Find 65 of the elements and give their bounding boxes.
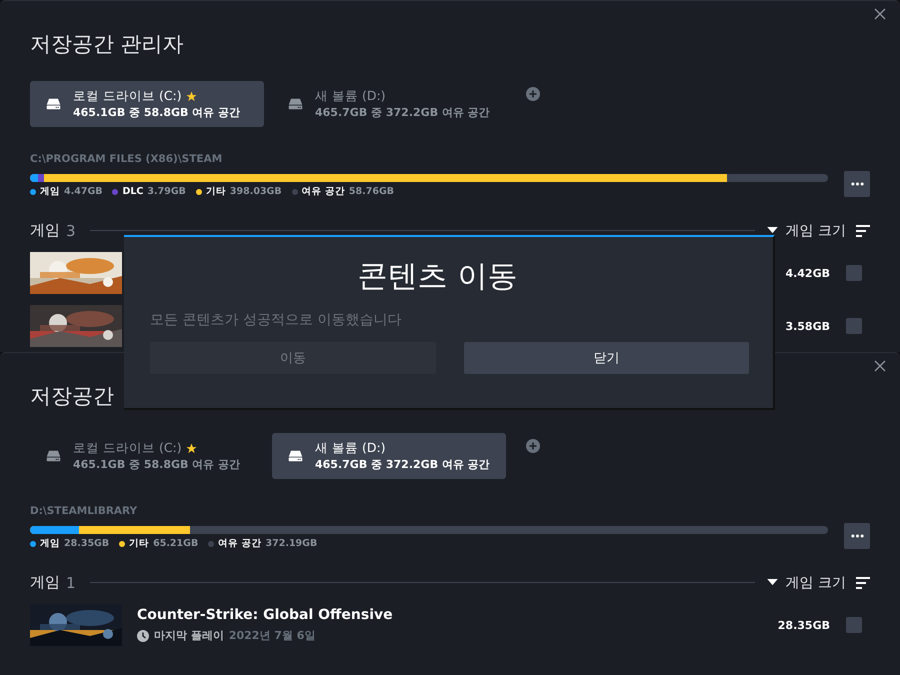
sort-label[interactable]: 게임 크기 [786,222,846,240]
drive-icon [288,450,303,462]
dialog-title: 콘텐츠 이동 [356,258,518,296]
legend-value: 3.79GB [147,185,186,199]
game-size: 3.58GB [785,320,830,332]
legend-label: DLC [122,185,144,199]
games-count: 3 [66,222,76,240]
drive-icon [46,98,61,110]
games-count: 1 [66,574,76,592]
folder-path: C:\PROGRAM FILES (X86)\STEAM [30,153,224,165]
legend-value: 372.19GB [266,537,318,551]
drive-name: 새 볼륨 (D:) [315,440,386,457]
checkbox[interactable] [846,318,862,334]
drive-tab[interactable]: 로컬 드라이브 (C:) 465.1GB 중 58.8GB 여유 공간 [30,81,264,127]
games-label: 게임 [30,573,60,592]
legend-value: 58.76GB [348,185,394,199]
drive-icon [288,98,303,110]
legend-value: 398.03GB [230,185,282,199]
last-played-label: 마지막 플레이 [154,628,224,643]
close-icon[interactable] [874,360,886,372]
folder-path: D:\STEAMLIBRARY [30,505,138,517]
drive-icon [46,450,61,462]
dialog-button[interactable]: 닫기 [464,342,749,374]
clock-icon [137,630,149,642]
drive-capacity: 465.1GB 중 58.8GB 여유 공간 [73,105,240,120]
add-icon[interactable] [526,439,540,453]
caret-icon[interactable] [766,227,778,234]
last-played-date: 2022년 7월 6일 [228,628,316,643]
games-label: 게임 [30,221,60,240]
legend-label: 게임 [40,537,60,551]
drive-tab[interactable]: 로컬 드라이브 (C:) 465.1GB 중 58.8GB 여유 공간 [30,433,264,479]
sort-icon[interactable] [856,576,870,588]
more-button[interactable] [844,171,870,197]
legend-value: 28.35GB [64,537,110,551]
legend-value: 65.21GB [153,537,198,551]
game-size: 28.35GB [778,618,830,632]
dialog-message: 모든 콘텐츠가 성공적으로 이동했습니다 [150,311,402,329]
close-icon[interactable] [874,8,886,20]
sort-icon[interactable] [856,224,870,236]
drive-tab[interactable]: 새 볼륨 (D:) 465.7GB 중 372.2GB 여유 공간 [272,81,506,127]
sort-label[interactable]: 게임 크기 [786,574,846,592]
caret-icon[interactable] [766,579,778,586]
drive-tab[interactable]: 새 볼륨 (D:) 465.7GB 중 372.2GB 여유 공간 [272,433,506,479]
ellipsis-icon [850,182,864,186]
legend-label: 게임 [40,185,60,199]
drive-name: 로컬 드라이브 (C:) [73,440,182,457]
add-icon[interactable] [526,87,540,101]
drive-name: 새 볼륨 (D:) [315,88,386,105]
drive-capacity: 465.1GB 중 58.8GB 여유 공간 [73,457,240,472]
game-size: 4.42GB [785,266,830,280]
window-title: 저장공간 [30,383,115,410]
ellipsis-icon [850,534,864,538]
game-name: Counter-Strike: Global Offensive [137,607,394,623]
legend-label: 기타 [129,537,150,551]
checkbox[interactable] [846,617,862,633]
drive-name: 로컬 드라이브 (C:) [73,88,182,105]
window-title: 저장공간 관리자 [30,31,185,58]
drive-capacity: 465.7GB 중 372.2GB 여유 공간 [315,105,490,120]
drive-capacity: 465.7GB 중 372.2GB 여유 공간 [315,457,490,472]
legend-label: 여유 공간 [302,185,345,199]
more-button[interactable] [844,523,870,549]
checkbox[interactable] [846,265,862,281]
legend-label: 기타 [206,185,226,199]
legend-value: 4.47GB [64,185,102,199]
legend-label: 여유 공간 [218,537,262,551]
